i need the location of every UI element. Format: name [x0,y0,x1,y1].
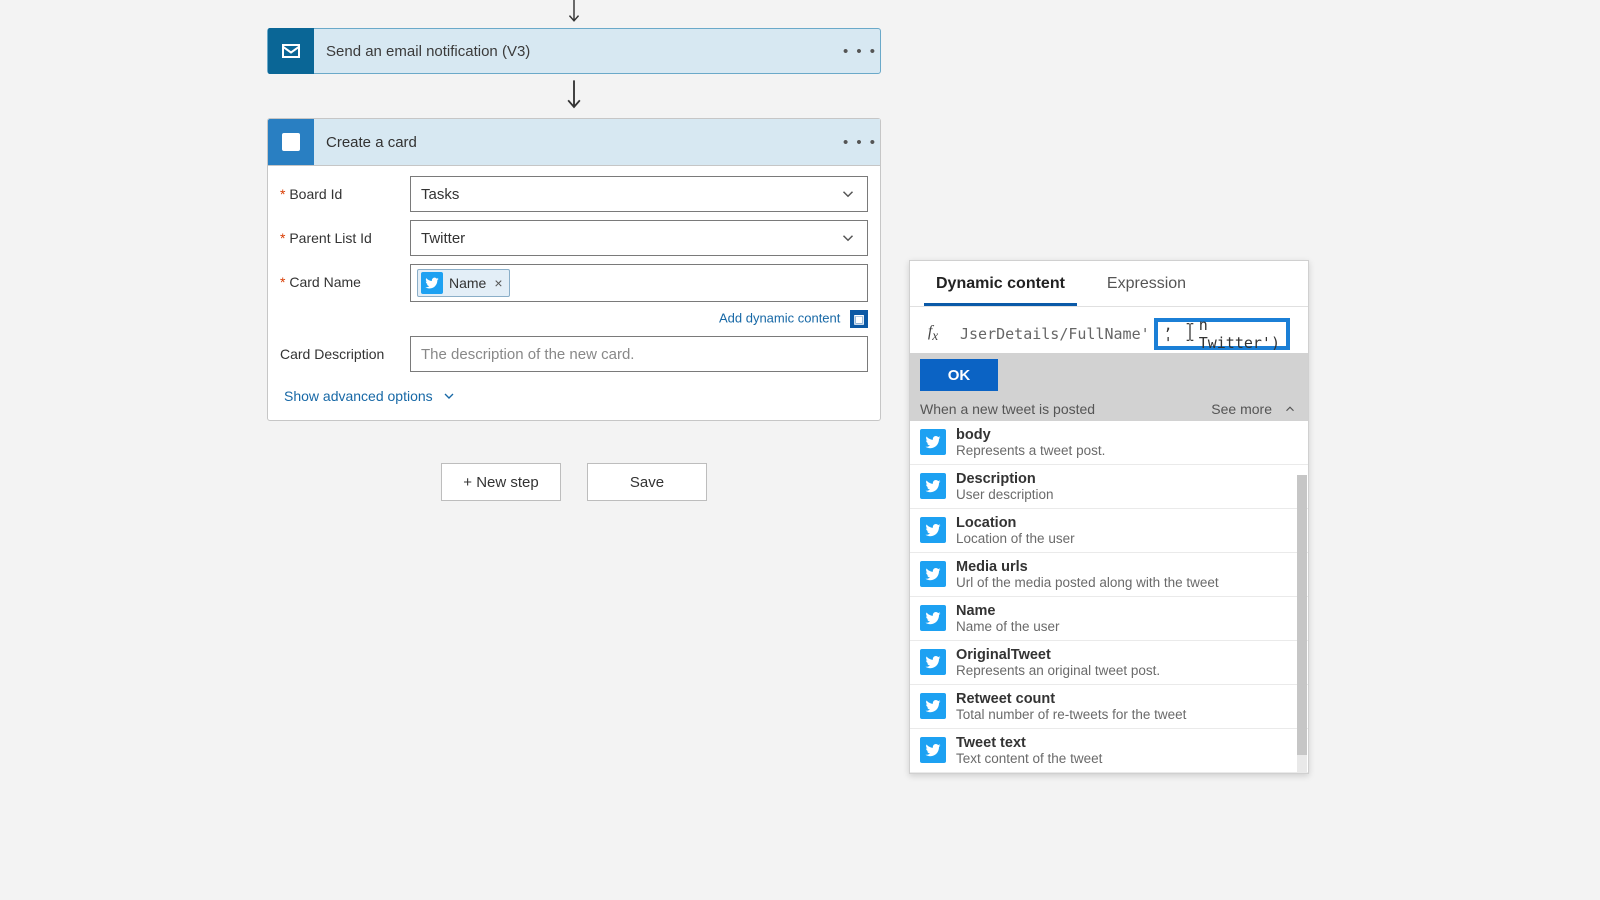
ok-button[interactable]: OK [920,359,998,391]
item-title: Name [956,603,1060,619]
section-collapse[interactable] [1282,401,1298,417]
flow-arrow [267,0,881,26]
field-label: Card Description [280,336,410,362]
list-value: Twitter [421,230,465,247]
dynamic-item[interactable]: Retweet countTotal number of re-tweets f… [910,685,1308,729]
twitter-icon [920,473,946,499]
board-select[interactable]: Tasks [410,176,868,212]
card-name-input[interactable]: Name × [410,264,868,302]
twitter-icon [920,517,946,543]
dynamic-content-popout: Dynamic content Expression fx JserDetail… [909,260,1309,774]
text-cursor-icon [1185,321,1195,347]
action-create-card: Create a card • • • * Board Id Tasks * P… [267,118,881,421]
item-title: Location [956,515,1075,531]
expression-input[interactable]: JserDetails/FullName' , ' n Twitter') [952,317,1298,351]
add-dynamic-link[interactable]: Add dynamic content [719,310,840,325]
dynamic-item[interactable]: bodyRepresents a tweet post. [910,421,1308,465]
item-title: body [956,427,1105,443]
item-desc: Represents an original tweet post. [956,663,1160,678]
twitter-icon [421,272,443,294]
scrollbar[interactable] [1297,475,1307,773]
field-label: * Parent List Id [280,220,410,246]
twitter-icon [920,649,946,675]
twitter-icon [920,605,946,631]
chevron-down-icon [839,185,857,207]
item-title: Media urls [956,559,1219,575]
item-desc: Total number of re-tweets for the tweet [956,707,1186,722]
action-send-email[interactable]: Send an email notification (V3) • • • [267,28,881,74]
twitter-icon [920,737,946,763]
section-title: When a new tweet is posted [920,401,1095,417]
twitter-icon [920,429,946,455]
save-button[interactable]: Save [587,463,707,501]
item-title: Tweet text [956,735,1102,751]
item-desc: Location of the user [956,531,1075,546]
tab-dynamic-content[interactable]: Dynamic content [924,261,1077,306]
dynamic-item[interactable]: DescriptionUser description [910,465,1308,509]
action-menu-button[interactable]: • • • [840,43,880,60]
expression-highlight: , ' n Twitter') [1154,318,1290,350]
show-advanced-toggle[interactable]: Show advanced options [280,380,868,406]
item-desc: Text content of the tweet [956,751,1102,766]
field-label: * Board Id [280,176,410,202]
dynamic-item[interactable]: NameName of the user [910,597,1308,641]
board-value: Tasks [421,186,459,203]
twitter-icon [920,693,946,719]
list-select[interactable]: Twitter [410,220,868,256]
fx-icon: fx [920,323,946,344]
see-more-link[interactable]: See more [1211,401,1272,417]
field-label: * Card Name [280,264,410,290]
add-dynamic-row: Add dynamic content ▣ [280,310,868,328]
chevron-down-icon [441,388,457,404]
dynamic-item[interactable]: LocationLocation of the user [910,509,1308,553]
card-description-input[interactable]: The description of the new card. [410,336,868,372]
mail-icon [268,28,314,74]
action-title: Send an email notification (V3) [314,43,840,60]
new-step-button[interactable]: + New step [441,463,561,501]
add-dynamic-icon[interactable]: ▣ [850,310,868,328]
item-desc: Represents a tweet post. [956,443,1105,458]
item-desc: User description [956,487,1054,502]
dynamic-items-list: bodyRepresents a tweet post.DescriptionU… [910,421,1308,773]
action-title: Create a card [314,134,840,151]
item-desc: Name of the user [956,619,1060,634]
token-remove[interactable]: × [494,275,502,291]
twitter-icon [920,561,946,587]
item-desc: Url of the media posted along with the t… [956,575,1219,590]
trello-icon [268,119,314,165]
dynamic-item[interactable]: Media urlsUrl of the media posted along … [910,553,1308,597]
chevron-down-icon [839,229,857,251]
action-header[interactable]: Create a card • • • [268,119,880,166]
dynamic-item[interactable]: Tweet textText content of the tweet [910,729,1308,773]
action-menu-button[interactable]: • • • [840,134,880,151]
item-title: OriginalTweet [956,647,1160,663]
dynamic-item[interactable]: OriginalTweetRepresents an original twee… [910,641,1308,685]
item-title: Description [956,471,1054,487]
item-title: Retweet count [956,691,1186,707]
flow-arrow [267,78,881,116]
tab-expression[interactable]: Expression [1095,261,1198,306]
dynamic-token-name[interactable]: Name × [417,269,510,297]
